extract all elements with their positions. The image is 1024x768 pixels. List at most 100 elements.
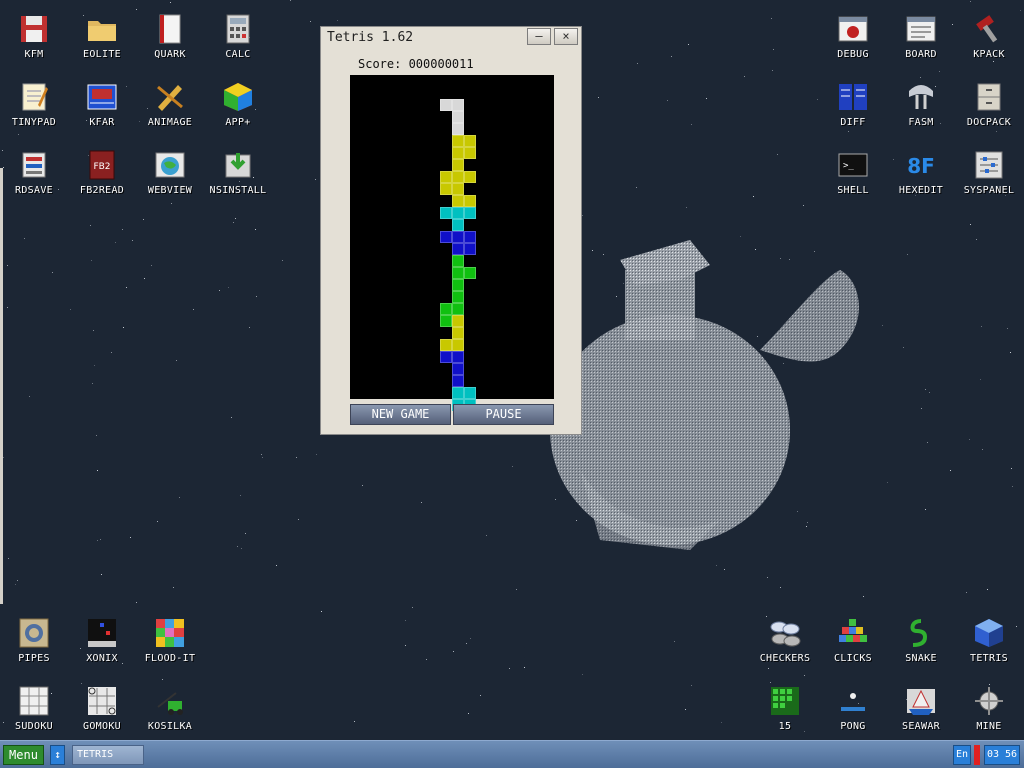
close-button[interactable]: × (554, 28, 578, 45)
star (173, 587, 174, 588)
tetris-block (440, 303, 452, 315)
minimize-button[interactable]: — (527, 28, 551, 45)
desktop-icon-kfar[interactable]: KFAR (68, 73, 136, 137)
desktop-icon-fasm[interactable]: FASM (887, 73, 955, 137)
desktop-icon-animage[interactable]: ANIMAGE (136, 73, 204, 137)
star (193, 309, 194, 310)
window-title: Tetris 1.62 (327, 30, 414, 45)
wallpaper-treehouse-planet (550, 240, 859, 550)
star (903, 347, 904, 348)
desktop-icon-debug[interactable]: DEBUG (819, 5, 887, 69)
star (157, 521, 158, 522)
desktop-icon-board[interactable]: BOARD (887, 5, 955, 69)
desktop-icon-label: DEBUG (837, 49, 869, 60)
desktop-icon-flood-it[interactable]: FLOOD-IT (136, 609, 204, 673)
star (3, 457, 4, 458)
star (981, 326, 982, 327)
desktop-icon-tetris[interactable]: TETRIS (955, 609, 1023, 673)
desktop-icon-kosilka[interactable]: KOSILKA (136, 677, 204, 741)
star (907, 254, 908, 255)
desktop-icon-diff[interactable]: DIFF (819, 73, 887, 137)
pause-button[interactable]: PAUSE (453, 404, 554, 425)
notebook-icon (154, 13, 186, 45)
svg-text:FB2: FB2 (93, 162, 110, 172)
star (480, 695, 481, 696)
desktop-icon-nsinstall[interactable]: NSINSTALL (204, 141, 272, 205)
window-switch-button[interactable]: ↕ (50, 745, 65, 765)
tetris-cube-icon (973, 617, 1005, 649)
star (241, 548, 242, 549)
star (126, 287, 127, 288)
desktop-icon-label: DIFF (840, 117, 866, 128)
desktop-icon-label: CHECKERS (759, 653, 811, 664)
menu-button[interactable]: Menu (3, 745, 44, 765)
tetris-block (464, 267, 476, 279)
desktop-icon-xonix[interactable]: XONIX (68, 609, 136, 673)
window-titlebar[interactable]: Tetris 1.62 — × (321, 27, 581, 49)
star (817, 99, 818, 100)
desktop-icon-calc[interactable]: CALC (204, 5, 272, 69)
desktop-icon-seawar[interactable]: SEAWAR (887, 677, 955, 741)
desktop-icon-label: KOSILKA (147, 721, 193, 732)
star (7, 265, 8, 266)
desktop-icon-app-[interactable]: APP+ (204, 73, 272, 137)
star (582, 215, 583, 216)
tetris-block (452, 195, 464, 207)
tetris-block (452, 99, 464, 111)
game-board[interactable] (350, 75, 554, 411)
new-game-button[interactable]: NEW GAME (350, 404, 451, 425)
desktop-icon-shell[interactable]: >_ SHELL (819, 141, 887, 205)
star (101, 574, 102, 575)
desktop-icon-kfm[interactable]: KFM (0, 5, 68, 69)
desktop-icon-mine[interactable]: MINE (955, 677, 1023, 741)
desktop-icon-hexedit[interactable]: 8F HEXEDIT (887, 141, 955, 205)
clock[interactable]: 03 56 (984, 745, 1020, 765)
hex-8f-icon: 8F (905, 149, 937, 181)
desktop-icon-quark[interactable]: QUARK (136, 5, 204, 69)
desktop-icon-checkers[interactable]: CHECKERS (751, 609, 819, 673)
desktop-icon-label: FB2READ (79, 185, 125, 196)
star (123, 327, 124, 328)
tetris-block (452, 159, 464, 171)
desktop-icon-syspanel[interactable]: SYSPANEL (955, 141, 1023, 205)
star (24, 238, 25, 239)
star (144, 278, 145, 279)
desktop-icon-kpack[interactable]: KPACK (955, 5, 1023, 69)
desktop-icon-label: FLOOD-IT (144, 653, 196, 664)
desktop-icon-snake[interactable]: SNAKE (887, 609, 955, 673)
star (950, 470, 951, 471)
tetris-window[interactable]: Tetris 1.62 — × Score: 000000011 NEW GAM… (320, 26, 582, 435)
language-indicator[interactable]: En (953, 745, 971, 765)
desktop-icon-label: PIPES (18, 653, 50, 664)
snake-icon (905, 617, 937, 649)
desktop-icon-docpack[interactable]: DOCPACK (955, 73, 1023, 137)
taskbar-item-tetris[interactable]: TETRIS (72, 745, 144, 765)
tetris-block (464, 135, 476, 147)
desktop-icon-tinypad[interactable]: TINYPAD (0, 73, 68, 137)
desktop-icon-rdsave[interactable]: RDSAVE (0, 141, 68, 205)
desktop-icon-gomoku[interactable]: GOMOKU (68, 677, 136, 741)
desktop-icon-eolite[interactable]: EOLITE (68, 5, 136, 69)
star (29, 396, 30, 397)
star (255, 229, 256, 230)
board-window-icon (905, 13, 937, 45)
tetris-block (440, 183, 452, 195)
tetris-block (452, 327, 464, 339)
desktop-icon-pipes[interactable]: PIPES (0, 609, 68, 673)
star (240, 495, 241, 496)
star (290, 0, 291, 1)
notepad-icon (18, 81, 50, 113)
tetris-block (464, 171, 476, 183)
desktop-icon-clicks[interactable]: CLICKS (819, 609, 887, 673)
star (179, 497, 180, 498)
star (863, 596, 864, 597)
star (235, 218, 236, 219)
tetris-block (452, 387, 464, 399)
desktop-icon-fb2read[interactable]: FB2 FB2READ (68, 141, 136, 205)
diff-table-icon (837, 81, 869, 113)
desktop-icon-15[interactable]: 15 (751, 677, 819, 741)
desktop-icon-pong[interactable]: PONG (819, 677, 887, 741)
desktop-icon-sudoku[interactable]: SUDOKU (0, 677, 68, 741)
desktop-icon-label: GOMOKU (83, 721, 121, 732)
desktop-icon-webview[interactable]: WEBVIEW (136, 141, 204, 205)
